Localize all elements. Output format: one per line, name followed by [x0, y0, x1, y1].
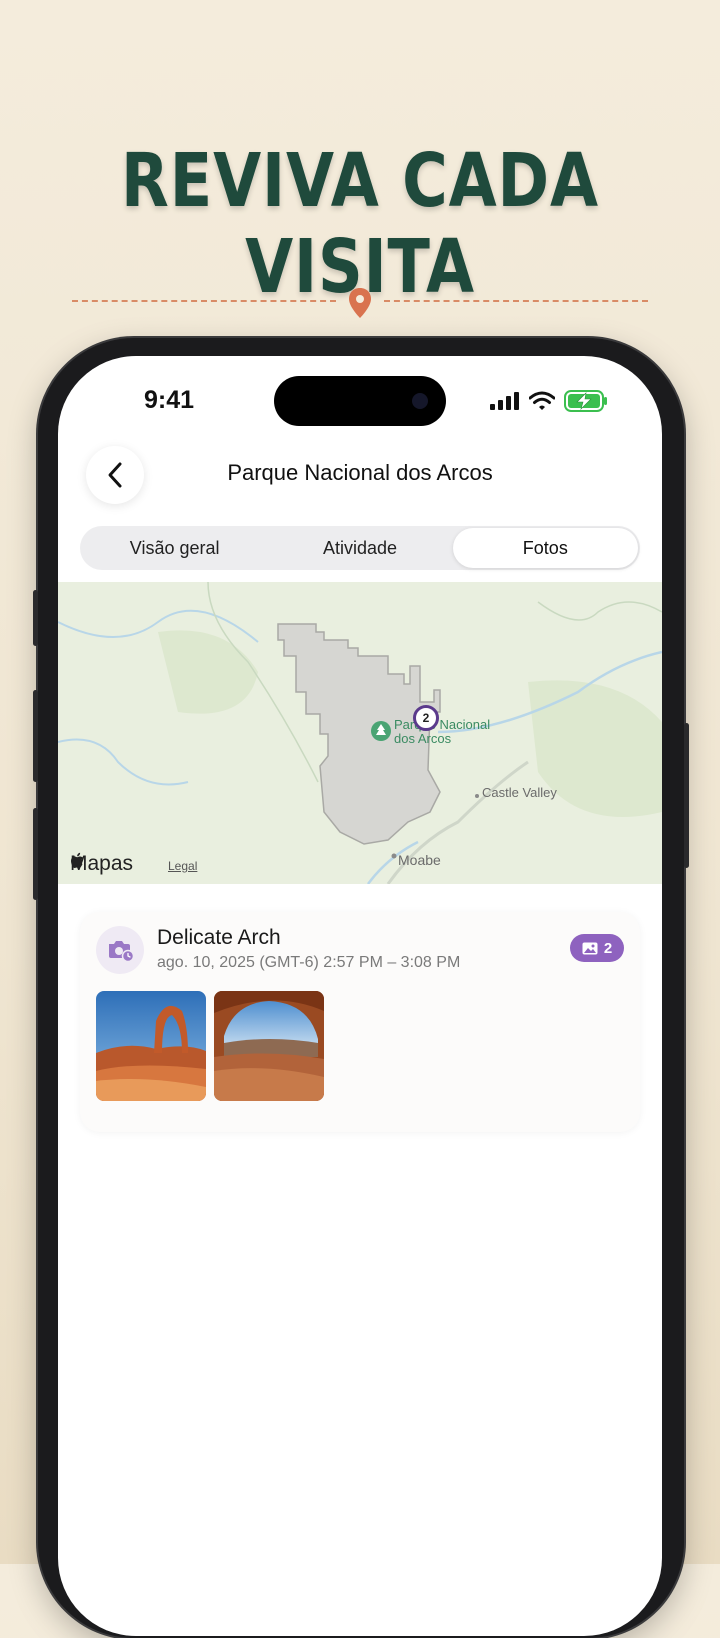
power-button [684, 723, 689, 868]
park-tree-icon [371, 721, 391, 741]
mesa-arch-photo[interactable] [214, 991, 324, 1101]
tab-fotos[interactable]: Fotos [452, 528, 638, 568]
page-title: Parque Nacional dos Arcos [227, 460, 493, 485]
apple-logo-icon [71, 852, 83, 868]
wifi-icon [529, 391, 555, 410]
tab-visao-geral[interactable]: Visão geral [82, 528, 267, 568]
tab-bar: Visão geral Atividade Fotos [80, 526, 640, 570]
map-background [58, 582, 662, 884]
delicate-arch-photo[interactable] [96, 991, 206, 1101]
castle-valley-label: Castle Valley [482, 785, 557, 800]
moab-label: Moabe [398, 852, 441, 868]
status-time: 9:41 [144, 386, 195, 414]
action-button [33, 590, 38, 646]
maps-attribution: Mapas [70, 852, 134, 875]
app-screen: 9:41 Parque Nacional dos Arcos Visão ger… [58, 356, 662, 1636]
signal-icon [490, 392, 519, 410]
dynamic-island [274, 376, 446, 426]
battery-charging-icon [564, 390, 607, 412]
camera-clock-icon [109, 941, 134, 962]
photo-cluster-marker[interactable]: 2 [413, 705, 439, 731]
visit-datetime: ago. 10, 2025 (GMT-6) 2:57 PM – 3:08 PM [157, 954, 461, 971]
dashed-divider-left [72, 300, 336, 302]
location-pin-icon [349, 288, 371, 318]
photo-icon [582, 942, 598, 954]
dashed-divider-right [384, 300, 648, 302]
park-label: Parque Nacional dos Arcos [394, 717, 491, 746]
visit-card[interactable]: Delicate Arch ago. 10, 2025 (GMT-6) 2:57… [80, 912, 640, 1132]
visit-icon [96, 926, 144, 974]
phone-frame: 9:41 Parque Nacional dos Arcos Visão ger… [33, 338, 689, 1638]
photo-count-badge: 2 [570, 934, 624, 962]
headline: REVIVA CADA VISITA [121, 138, 599, 310]
map-view[interactable]: Parque Nacional dos Arcos 2 Castle Valle… [58, 582, 662, 884]
volume-down-button [33, 808, 38, 900]
legal-link[interactable]: Legal [168, 859, 197, 873]
tab-atividade[interactable]: Atividade [267, 528, 452, 568]
visit-title: Delicate Arch [157, 926, 281, 949]
status-icons [490, 390, 608, 412]
volume-up-button [33, 690, 38, 782]
